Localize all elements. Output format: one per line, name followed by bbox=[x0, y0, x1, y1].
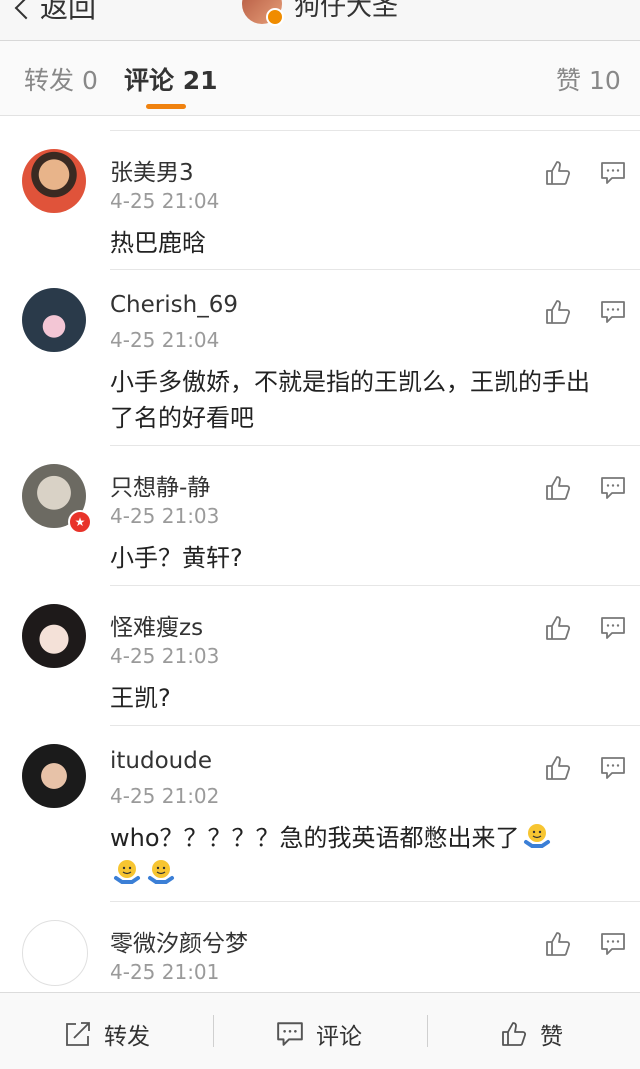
thumbs-up-icon[interactable] bbox=[544, 614, 572, 642]
comment-text-content: who？？？？？急的我英语都憋出来了 bbox=[110, 824, 520, 852]
like-button[interactable]: 赞 bbox=[500, 1017, 563, 1051]
active-tab-indicator bbox=[146, 104, 186, 109]
navigation-bar: 返回 狗仔大圣 bbox=[0, 0, 640, 41]
comment-item: ★ 只想静-静 4-25 21:03 小手？黄轩? bbox=[22, 446, 640, 586]
comment-label: 评论 bbox=[316, 1024, 362, 1050]
comment-icon[interactable] bbox=[600, 616, 626, 640]
shrug-emoji-icon bbox=[148, 860, 174, 884]
comment-item: 怪难瘦zs 4-25 21:03 王凯? bbox=[22, 586, 640, 726]
back-label: 返回 bbox=[40, 0, 97, 24]
tab-repost[interactable]: 转发 0 bbox=[24, 61, 98, 97]
comment-item: itudoude 4-25 21:02 who？？？？？急的我英语都憋出来了 bbox=[22, 726, 640, 902]
avatar[interactable] bbox=[22, 920, 88, 986]
avatar[interactable] bbox=[22, 288, 86, 352]
comment-time: 4-25 21:02 bbox=[110, 784, 220, 808]
vip-badge-icon: ★ bbox=[68, 510, 92, 534]
bottom-action-bar: 转发 评论 赞 bbox=[0, 992, 640, 1069]
avatar[interactable] bbox=[22, 744, 86, 808]
comment-icon[interactable] bbox=[600, 161, 626, 185]
comment-icon[interactable] bbox=[600, 756, 626, 780]
comment-item: 张美男3 4-25 21:04 热巴鹿晗 bbox=[22, 131, 640, 270]
nav-title-area[interactable]: 狗仔大圣 bbox=[242, 0, 399, 26]
comment-time: 4-25 21:03 bbox=[110, 644, 220, 668]
comment-username[interactable]: Cherish_69 bbox=[110, 292, 238, 318]
tab-bar: 转发 0 评论 21 赞 10 bbox=[0, 41, 640, 116]
tab-comment[interactable]: 评论 21 bbox=[124, 61, 218, 97]
comment-time: 4-25 21:04 bbox=[110, 328, 220, 352]
comment-time: 4-25 21:03 bbox=[110, 504, 220, 528]
comment-text: 小手多傲娇，不就是指的王凯么，王凯的手出了名的好看吧 bbox=[110, 368, 590, 432]
comment-list: 张美男3 4-25 21:04 热巴鹿晗 Cherish_69 4-25 21:… bbox=[0, 116, 640, 1012]
comment-icon[interactable] bbox=[600, 300, 626, 324]
comment-username[interactable]: 只想静-静 bbox=[110, 468, 210, 502]
comment-item: Cherish_69 4-25 21:04 小手多傲娇，不就是指的王凯么，王凯的… bbox=[22, 270, 640, 446]
comment-icon bbox=[277, 1022, 303, 1046]
back-button[interactable]: 返回 bbox=[14, 0, 97, 26]
comment-button[interactable]: 评论 bbox=[276, 1017, 362, 1051]
like-label: 赞 bbox=[540, 1024, 563, 1050]
comment-text: 热巴鹿晗 bbox=[110, 229, 206, 257]
thumbs-up-icon[interactable] bbox=[544, 930, 572, 958]
thumbs-up-icon[interactable] bbox=[544, 159, 572, 187]
repost-label: 转发 bbox=[104, 1024, 150, 1050]
thumbs-up-icon bbox=[502, 1022, 527, 1046]
comment-icon[interactable] bbox=[600, 932, 626, 956]
comment-username[interactable]: 怪难瘦zs bbox=[110, 608, 203, 642]
comment-text: who？？？？？急的我英语都憋出来了 bbox=[110, 820, 600, 892]
thumbs-up-icon[interactable] bbox=[544, 474, 572, 502]
divider bbox=[110, 116, 640, 131]
comment-username[interactable]: itudoude bbox=[110, 748, 212, 774]
comment-icon[interactable] bbox=[600, 476, 626, 500]
comment-time: 4-25 21:01 bbox=[110, 960, 220, 984]
page-title: 狗仔大圣 bbox=[294, 0, 399, 22]
thumbs-up-icon[interactable] bbox=[544, 754, 572, 782]
repost-button[interactable]: 转发 bbox=[64, 1017, 150, 1051]
thumbs-up-icon[interactable] bbox=[544, 298, 572, 326]
divider bbox=[213, 1015, 214, 1047]
chevron-left-icon bbox=[14, 0, 38, 20]
shrug-emoji-icon bbox=[114, 860, 140, 884]
verified-badge-icon bbox=[266, 8, 284, 26]
comment-time: 4-25 21:04 bbox=[110, 189, 220, 213]
avatar bbox=[242, 0, 284, 26]
comment-text: 小手？黄轩? bbox=[110, 544, 243, 572]
avatar[interactable] bbox=[22, 149, 86, 213]
tab-like[interactable]: 赞 10 bbox=[556, 61, 621, 97]
share-icon bbox=[66, 1022, 90, 1046]
comment-username[interactable]: 零微汐颜兮梦 bbox=[110, 924, 248, 958]
comment-username[interactable]: 张美男3 bbox=[110, 153, 194, 187]
divider bbox=[427, 1015, 428, 1047]
comment-text: 王凯? bbox=[110, 684, 171, 712]
shrug-emoji-icon bbox=[523, 824, 550, 848]
avatar[interactable] bbox=[22, 604, 86, 668]
